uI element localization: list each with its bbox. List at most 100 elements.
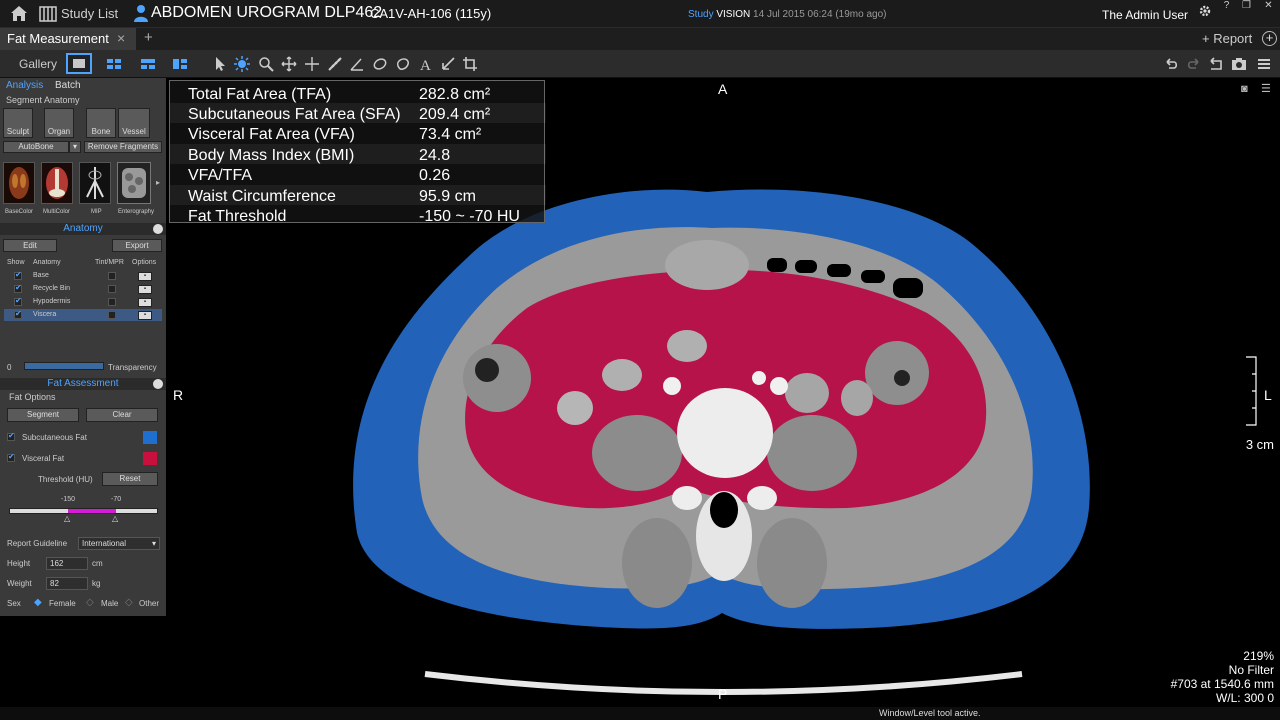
show-checkbox[interactable]: [14, 309, 22, 319]
autobone-dropdown[interactable]: ▾: [69, 141, 81, 153]
measurement-value: -150 ~ -70 HU: [419, 208, 520, 225]
options-dropdown[interactable]: ▪: [138, 311, 152, 320]
anatomy-row[interactable]: Hypodermis ▪: [4, 296, 162, 308]
orientation-posterior: P: [718, 686, 728, 702]
organ-tool[interactable]: Organ: [44, 108, 74, 138]
transparency-slider[interactable]: [24, 362, 104, 370]
fat-assessment-header[interactable]: Fat Assessment: [0, 378, 166, 390]
crop-icon[interactable]: [462, 56, 478, 72]
viewport-camera-icon[interactable]: ◙: [1241, 83, 1248, 95]
help-icon[interactable]: ?: [1218, 0, 1235, 12]
subcutaneous-color-swatch[interactable]: [143, 431, 157, 444]
bone-tool[interactable]: Bone: [86, 108, 116, 138]
tint-checkbox[interactable]: [108, 298, 116, 306]
vessel-tool[interactable]: Vessel: [118, 108, 150, 138]
other-radio[interactable]: ◇: [125, 597, 133, 608]
thumb-multicolor[interactable]: [41, 162, 73, 204]
segment-button[interactable]: Segment: [7, 408, 79, 422]
pan-icon[interactable]: [281, 56, 297, 72]
collapse-icon[interactable]: [153, 379, 163, 389]
close-tab-icon[interactable]: ×: [117, 30, 125, 46]
threshold-slider[interactable]: [9, 508, 158, 514]
report-button[interactable]: + Report: [1202, 31, 1252, 46]
male-radio[interactable]: ◇: [86, 597, 94, 608]
compare-layout-icon[interactable]: [172, 56, 188, 72]
weight-input[interactable]: 82: [46, 577, 88, 590]
anatomy-row-selected[interactable]: Viscera ▪: [4, 309, 162, 321]
measurement-key: Subcutaneous Fat Area (SFA): [188, 106, 401, 123]
add-circle-button[interactable]: +: [1262, 31, 1277, 46]
thumb-mip[interactable]: [79, 162, 111, 204]
gear-icon[interactable]: [1198, 4, 1212, 18]
thumb-basecolor[interactable]: [3, 162, 35, 204]
edit-button[interactable]: Edit: [3, 239, 57, 252]
study-list-link[interactable]: Study List: [61, 6, 118, 21]
tab-analysis[interactable]: Analysis: [6, 80, 43, 91]
reset-view-icon[interactable]: [1208, 56, 1224, 72]
sculpt-tool[interactable]: Sculpt: [3, 108, 33, 138]
tint-checkbox[interactable]: [108, 272, 116, 280]
gallery-button[interactable]: Gallery: [19, 57, 57, 71]
home-icon[interactable]: [10, 5, 28, 22]
grid-layout-icon[interactable]: [106, 56, 122, 72]
collapse-icon[interactable]: [153, 224, 163, 234]
reset-button[interactable]: Reset: [102, 472, 158, 486]
threshold-high-handle[interactable]: △: [112, 514, 118, 523]
female-radio[interactable]: ◆: [34, 597, 42, 608]
show-checkbox[interactable]: [14, 270, 22, 280]
tint-checkbox[interactable]: [108, 311, 116, 319]
menu-icon[interactable]: [1256, 56, 1272, 72]
close-window-icon[interactable]: ✕: [1260, 0, 1277, 12]
options-dropdown[interactable]: ▪: [138, 285, 152, 294]
thumb-scroll-right-icon[interactable]: ▸: [156, 178, 160, 187]
ruler-icon[interactable]: [327, 56, 343, 72]
window-level-icon[interactable]: [234, 56, 250, 72]
anatomy-row[interactable]: Base ▪: [4, 270, 162, 282]
subcutaneous-checkbox[interactable]: [7, 431, 15, 441]
show-checkbox[interactable]: [14, 296, 22, 306]
measurement-row: Fat Threshold -150 ~ -70 HU: [170, 205, 546, 225]
options-dropdown[interactable]: ▪: [138, 272, 152, 281]
guideline-select[interactable]: International ▾: [78, 537, 160, 550]
redo-icon[interactable]: [1186, 56, 1202, 72]
camera-icon[interactable]: [1231, 56, 1247, 72]
show-checkbox[interactable]: [14, 283, 22, 293]
tab-fat-measurement[interactable]: Fat Measurement ×: [0, 28, 136, 50]
visceral-color-swatch[interactable]: [143, 452, 157, 465]
orientation-anterior: A: [718, 81, 728, 97]
basecolor-thumbnail: [9, 167, 29, 199]
ellipse-roi-icon[interactable]: [372, 56, 388, 72]
clear-button[interactable]: Clear: [86, 408, 158, 422]
zoom-icon[interactable]: [258, 56, 274, 72]
layout-icon[interactable]: [140, 56, 156, 72]
single-layout-button[interactable]: [66, 53, 92, 74]
viewport-menu-icon[interactable]: ☰: [1261, 82, 1271, 95]
study-list-icon[interactable]: [39, 5, 57, 22]
autobone-button[interactable]: AutoBone: [3, 141, 69, 153]
visceral-checkbox[interactable]: [7, 452, 15, 462]
crosshair-icon[interactable]: [304, 56, 320, 72]
transparency-label: Transparency: [108, 363, 157, 372]
height-input[interactable]: 162: [46, 557, 88, 570]
text-annotation-icon[interactable]: A: [418, 56, 434, 74]
tint-checkbox[interactable]: [108, 285, 116, 293]
pointer-icon[interactable]: [212, 56, 228, 72]
tab-batch[interactable]: Batch: [55, 80, 81, 91]
arrow-annotation-icon[interactable]: [440, 56, 456, 72]
add-tab-button[interactable]: +: [144, 29, 153, 46]
thumb-enterography[interactable]: [117, 162, 151, 204]
anatomy-row[interactable]: Recycle Bin ▪: [4, 283, 162, 295]
anatomy-section-header[interactable]: Anatomy: [0, 223, 166, 235]
measurement-row: VFA/TFA 0.26: [170, 164, 546, 184]
user-name[interactable]: The Admin User: [1102, 8, 1188, 22]
threshold-low-handle[interactable]: △: [64, 514, 70, 523]
restore-window-icon[interactable]: ❐: [1238, 0, 1255, 12]
enterography-label: Enterography: [118, 209, 155, 215]
options-dropdown[interactable]: ▪: [138, 298, 152, 307]
freehand-roi-icon[interactable]: [395, 56, 411, 72]
multicolor-thumbnail: [46, 167, 68, 199]
undo-icon[interactable]: [1163, 56, 1179, 72]
remove-fragments-button[interactable]: Remove Fragments: [84, 141, 162, 153]
export-button[interactable]: Export: [112, 239, 162, 252]
angle-icon[interactable]: [349, 56, 365, 72]
